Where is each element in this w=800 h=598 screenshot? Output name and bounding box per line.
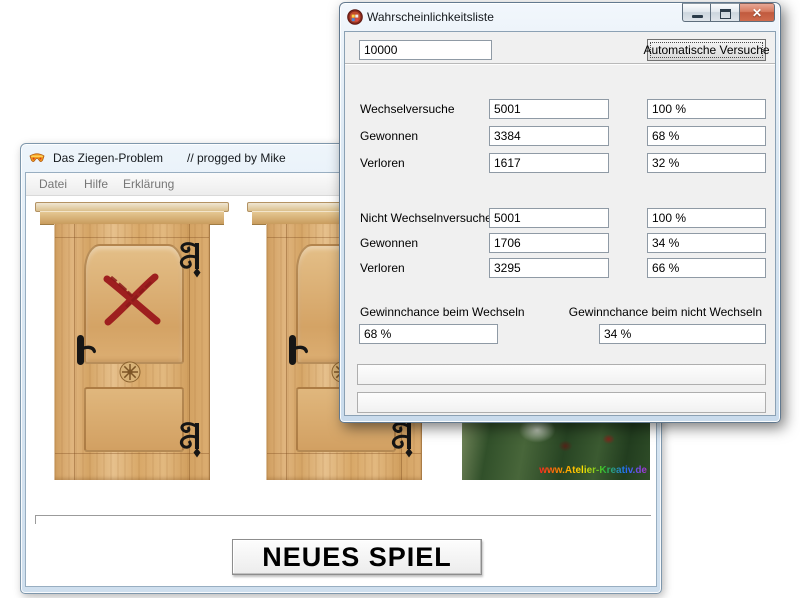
game-window-title: Das Ziegen-Problem: [53, 151, 163, 165]
probability-window-titlebar[interactable]: Wahrscheinlichkeitsliste ✕: [340, 3, 780, 31]
stay-percent-field[interactable]: 100 %: [647, 208, 766, 228]
stay-won-count-field[interactable]: 1706: [489, 233, 609, 253]
stay-lost-percent-field[interactable]: 66 %: [647, 258, 766, 278]
maximize-button[interactable]: [711, 3, 740, 22]
hinge-icon: [175, 240, 205, 278]
switch-won-count-field[interactable]: 3384: [489, 126, 609, 146]
door-1[interactable]: [35, 202, 229, 480]
chance-stay-label: Gewinnchance beim nicht Wechseln: [569, 305, 762, 319]
divider-bevel: [35, 515, 651, 524]
stay-count-field[interactable]: 5001: [489, 208, 609, 228]
desktop: Das Ziegen-Problem // progged by Mike Da…: [0, 0, 800, 598]
stay-won-percent-field[interactable]: 34 %: [647, 233, 766, 253]
probability-window-title: Wahrscheinlichkeitsliste: [367, 10, 494, 24]
stay-row-label: Nicht Wechselnversuche: [360, 211, 492, 225]
red-x-mark: [98, 270, 166, 330]
menu-hilfe[interactable]: Hilfe: [84, 177, 108, 191]
probability-app-icon: [347, 9, 363, 25]
door-rail: [55, 237, 209, 238]
stay-lost-label: Verloren: [360, 261, 405, 275]
minimize-icon: [692, 15, 703, 18]
switch-lost-label: Verloren: [360, 156, 405, 170]
photo-watermark: www.Atelier-Kreativ.de: [539, 465, 647, 476]
door-cornice-step: [40, 211, 224, 225]
switch-lost-percent-field[interactable]: 32 %: [647, 153, 766, 173]
minimize-button[interactable]: [682, 3, 711, 22]
new-game-button[interactable]: NEUES SPIEL: [232, 539, 482, 575]
stay-won-label: Gewonnen: [360, 236, 418, 250]
goat-app-icon: [29, 150, 45, 166]
rosette-icon: [119, 361, 141, 383]
door-lower-panel: [84, 387, 184, 452]
probability-window: Wahrscheinlichkeitsliste ✕ Automatische …: [339, 2, 781, 423]
close-button[interactable]: ✕: [740, 3, 775, 22]
switch-count-field[interactable]: 5001: [489, 99, 609, 119]
switch-row-label: Wechselversuche: [360, 102, 455, 116]
close-icon: ✕: [740, 6, 774, 20]
probability-window-client: Automatische Versuche Wechselversuche 50…: [344, 31, 776, 416]
hinge-icon: [175, 420, 205, 458]
door-handle-icon: [74, 334, 100, 366]
door-handle-icon: [286, 334, 312, 366]
hinge-icon: [387, 420, 417, 458]
chance-switch-field[interactable]: 68 %: [359, 324, 498, 344]
progress-bar-switch: [357, 364, 766, 385]
menu-datei[interactable]: Datei: [39, 177, 67, 191]
auto-trials-button-label: Automatische Versuche: [650, 42, 763, 58]
game-window-title-suffix: // progged by Mike: [187, 151, 286, 165]
switch-won-percent-field[interactable]: 68 %: [647, 126, 766, 146]
trials-input[interactable]: [359, 40, 492, 60]
chance-switch-label: Gewinnchance beim Wechseln: [360, 305, 525, 319]
auto-trials-button[interactable]: Automatische Versuche: [647, 39, 766, 61]
switch-percent-field[interactable]: 100 %: [647, 99, 766, 119]
switch-lost-count-field[interactable]: 1617: [489, 153, 609, 173]
door-1-body: [54, 224, 210, 480]
stay-lost-count-field[interactable]: 3295: [489, 258, 609, 278]
progress-bar-stay: [357, 392, 766, 413]
switch-won-label: Gewonnen: [360, 129, 418, 143]
caption-buttons: ✕: [682, 3, 775, 22]
chance-stay-field[interactable]: 34 %: [599, 324, 766, 344]
maximize-icon: [720, 9, 731, 19]
top-panel-divider: [345, 63, 775, 65]
menu-erklaerung[interactable]: Erklärung: [123, 177, 174, 191]
